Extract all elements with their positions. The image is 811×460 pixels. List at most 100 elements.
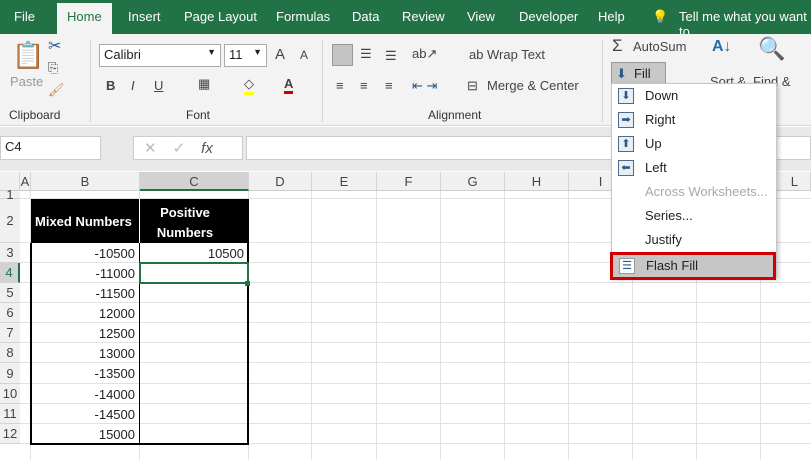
alignment-group-label: Alignment: [428, 108, 482, 122]
fill-menu-right[interactable]: ➡ Right: [612, 108, 776, 132]
tab-formulas[interactable]: Formulas: [276, 9, 330, 24]
underline-button[interactable]: U: [154, 78, 163, 93]
tab-review[interactable]: Review: [402, 9, 445, 24]
fill-handle[interactable]: [245, 281, 250, 286]
col-header-c[interactable]: C: [140, 172, 249, 191]
col-header-h[interactable]: H: [505, 172, 569, 191]
fill-menu-left[interactable]: ⬅ Left: [612, 156, 776, 180]
cell-b11[interactable]: -14500: [31, 407, 135, 422]
fill-color-icon[interactable]: ◇: [244, 76, 254, 95]
col-header-g[interactable]: G: [441, 172, 505, 191]
row-header-5[interactable]: 5: [0, 283, 20, 303]
col-header-b[interactable]: B: [31, 172, 140, 191]
fill-menu-justify[interactable]: Justify: [612, 228, 776, 252]
cell-b12[interactable]: 15000: [31, 427, 135, 442]
clipboard-group-label: Clipboard: [9, 108, 61, 122]
col-header-e[interactable]: E: [312, 172, 377, 191]
lightbulb-icon: 💡: [652, 9, 669, 24]
format-painter-icon[interactable]: 🖌: [48, 82, 65, 98]
cell-b10[interactable]: -14000: [31, 387, 135, 402]
col-header-f[interactable]: F: [377, 172, 441, 191]
fill-button[interactable]: ⬇ Fill: [611, 62, 666, 84]
cell-c4-selected[interactable]: [139, 262, 249, 284]
fill-menu-up[interactable]: ⬆ Up: [612, 132, 776, 156]
orientation-icon[interactable]: ab↗: [412, 46, 437, 62]
merge-center-button[interactable]: Merge & Center: [487, 78, 579, 93]
bold-button[interactable]: B: [106, 78, 115, 93]
fill-down-icon: ⬇: [616, 66, 627, 81]
tab-help[interactable]: Help: [598, 9, 625, 24]
top-align-button[interactable]: [332, 44, 353, 66]
fill-menu-flash-fill[interactable]: ☰ Flash Fill: [610, 252, 776, 280]
row-header-4[interactable]: 4: [0, 263, 20, 283]
cell-b9[interactable]: -13500: [31, 366, 135, 381]
font-color-icon[interactable]: A: [284, 76, 294, 94]
col-header-a[interactable]: A: [20, 172, 31, 191]
italic-button[interactable]: I: [131, 78, 135, 93]
cell-b3[interactable]: -10500: [31, 246, 135, 261]
indent-icons[interactable]: ⇤ ⇥: [412, 78, 437, 94]
header-mixed-numbers: Mixed Numbers: [35, 214, 132, 229]
cell-b4[interactable]: -11000: [31, 266, 135, 281]
paste-button[interactable]: Paste: [10, 74, 43, 89]
autosum-icon: Σ: [612, 36, 623, 55]
row-header-1[interactable]: 1: [0, 188, 20, 201]
cell-b6[interactable]: 12000: [31, 306, 135, 321]
autosum-button[interactable]: AutoSum: [633, 39, 686, 54]
decrease-font-icon[interactable]: A: [300, 48, 308, 62]
row-header-12[interactable]: 12: [0, 424, 20, 444]
bottom-align-icon[interactable]: ☰: [385, 48, 397, 64]
cell-b5[interactable]: -11500: [31, 286, 135, 301]
col-header-d[interactable]: D: [249, 172, 312, 191]
row-header-6[interactable]: 6: [0, 303, 20, 323]
font-size-select[interactable]: 11 ▼: [224, 44, 267, 67]
borders-icon[interactable]: ▦: [198, 76, 210, 92]
sort-filter-icon[interactable]: A↓: [712, 38, 732, 56]
name-box[interactable]: C4: [0, 136, 101, 160]
wrap-text-button[interactable]: Wrap Text: [487, 47, 545, 62]
row-header-11[interactable]: 11: [0, 404, 20, 424]
row-header-3[interactable]: 3: [0, 243, 20, 263]
arrow-up-icon: ⬆: [618, 136, 634, 152]
cell-c3[interactable]: 10500: [140, 246, 244, 261]
cell-b7[interactable]: 12500: [31, 326, 135, 341]
enter-icon[interactable]: ✓: [173, 140, 202, 157]
copy-icon[interactable]: ⎘: [48, 60, 58, 76]
font-group-label: Font: [186, 108, 211, 122]
tab-view[interactable]: View: [467, 9, 495, 24]
fill-menu-series[interactable]: Series...: [612, 204, 776, 228]
row-header-9[interactable]: 9: [0, 363, 20, 384]
tab-home[interactable]: Home: [57, 3, 112, 34]
align-center-icon[interactable]: ≡: [360, 78, 368, 93]
gridline: [376, 191, 377, 460]
fx-icon[interactable]: fx: [201, 140, 213, 157]
menu-item-label: Right: [645, 112, 676, 127]
increase-font-icon[interactable]: A: [275, 46, 285, 63]
menu-item-label: Flash Fill: [646, 258, 699, 273]
row-header-10[interactable]: 10: [0, 384, 20, 404]
cell-b8[interactable]: 13000: [31, 346, 135, 361]
tab-page-layout[interactable]: Page Layout: [184, 9, 257, 24]
row-header-2[interactable]: 2: [0, 199, 20, 243]
cut-icon[interactable]: ✂: [48, 36, 61, 56]
cancel-icon[interactable]: ✕: [144, 140, 173, 157]
tab-insert[interactable]: Insert: [128, 9, 161, 24]
menu-item-label: Up: [645, 136, 662, 151]
row-header-7[interactable]: 7: [0, 323, 20, 343]
tab-developer[interactable]: Developer: [519, 9, 578, 24]
header-positive-numbers: Positive Numbers: [156, 205, 214, 240]
tab-file[interactable]: File: [14, 9, 35, 24]
tab-data[interactable]: Data: [352, 9, 379, 24]
flash-fill-icon: ☰: [619, 258, 635, 274]
table-header: Mixed Numbers Positive Numbers: [31, 199, 249, 243]
row-header-8[interactable]: 8: [0, 343, 20, 363]
middle-align-icon[interactable]: ☰: [360, 46, 372, 62]
menu-item-label: Across Worksheets...: [645, 184, 768, 199]
paste-icon[interactable]: 📋: [12, 40, 44, 71]
ribbon-tabs: File Home Insert Page Layout Formulas Da…: [0, 0, 811, 39]
find-select-icon[interactable]: 🔍: [758, 36, 785, 62]
align-left-icon[interactable]: ≡: [336, 78, 344, 93]
align-right-icon[interactable]: ≡: [385, 78, 393, 93]
font-name-select[interactable]: Calibri ▼: [99, 44, 221, 67]
fill-menu-down[interactable]: ⬇ Down: [612, 84, 776, 108]
